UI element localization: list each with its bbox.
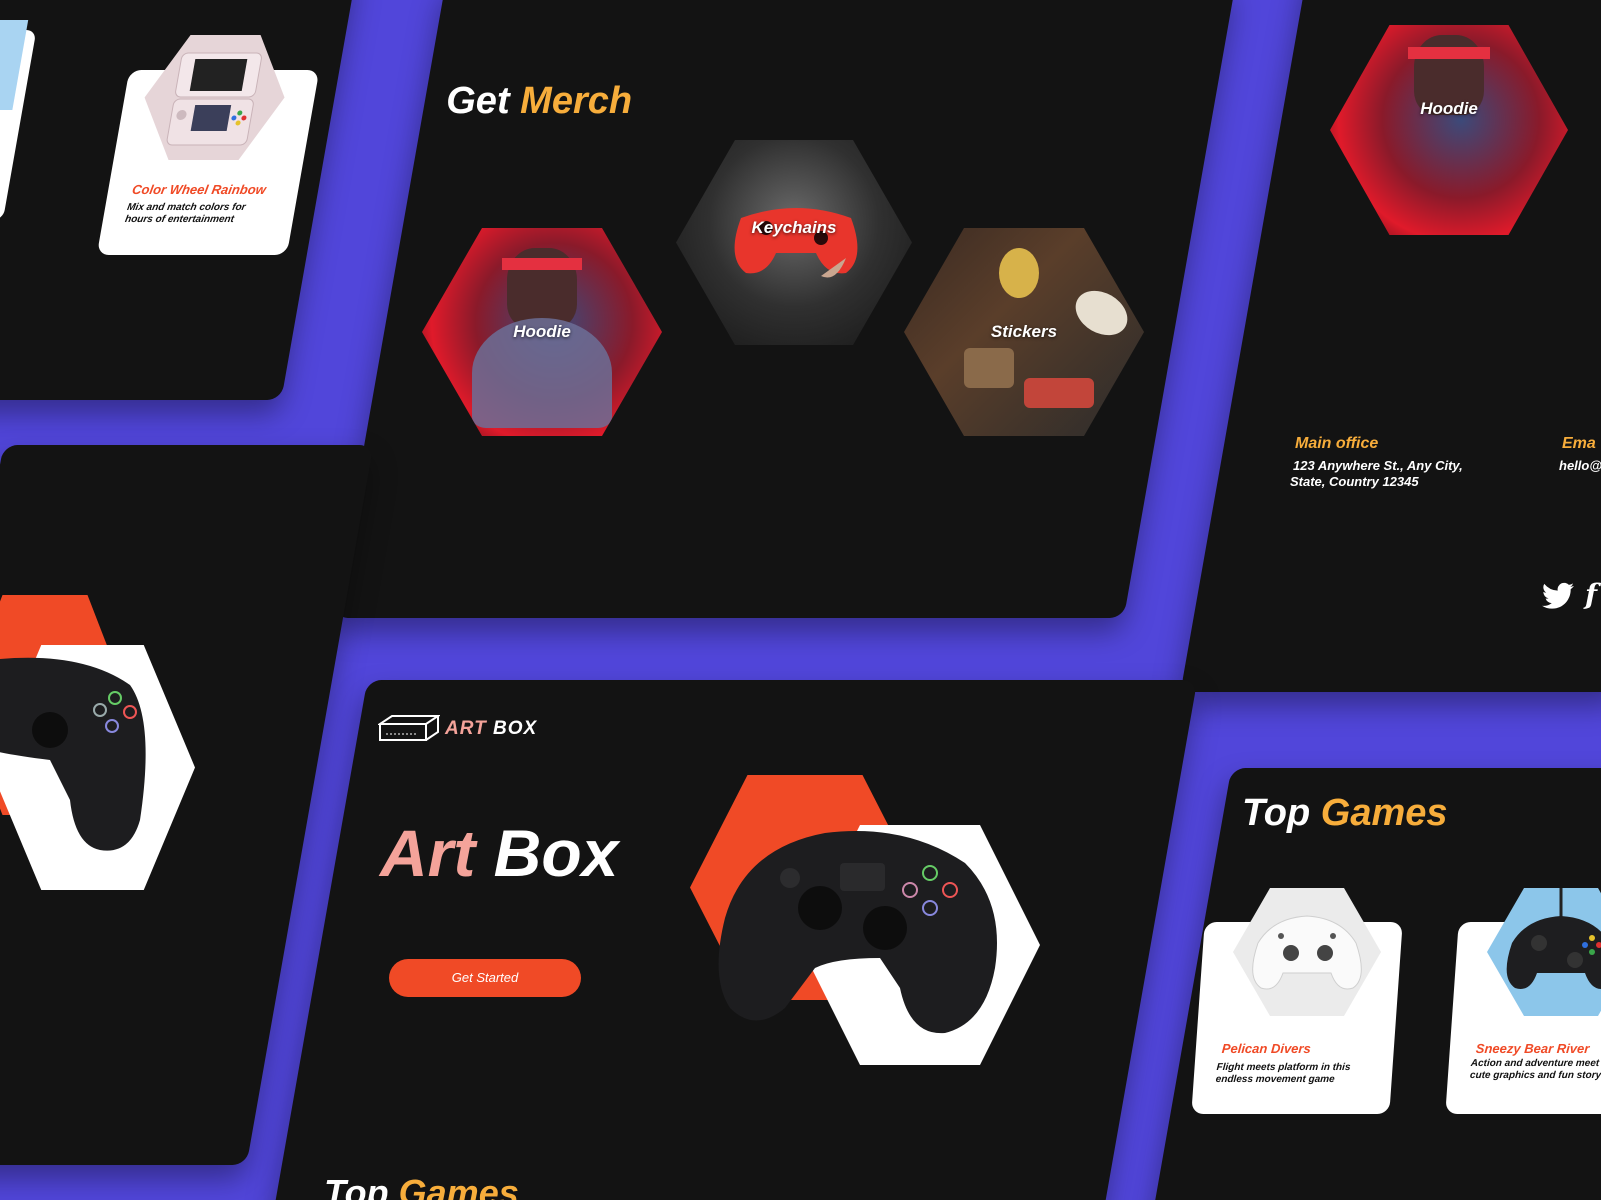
- get-started-button[interactable]: Get Started: [389, 959, 581, 997]
- top-games-word1: Top: [1242, 792, 1311, 834]
- twitter-icon[interactable]: [1542, 582, 1574, 610]
- box-logo-icon: [378, 715, 440, 741]
- contact-hoodie-label: Hoodie: [1420, 99, 1478, 118]
- ps4-controller-hero-icon: [718, 831, 997, 1034]
- logo-word1: ART: [445, 718, 487, 739]
- email-value[interactable]: hello@: [1559, 458, 1601, 473]
- bottom-heading-word2: Games: [398, 1172, 519, 1200]
- game-1-title: Pelican Divers: [1221, 1041, 1312, 1056]
- panel-console: Color Wheel Rainbow Mix and match colors…: [0, 0, 359, 400]
- bottom-heading: Top Games: [324, 1172, 519, 1200]
- office-address-line1: 123 Anywhere St., Any City,: [1293, 458, 1463, 473]
- email-title: Ema: [1562, 435, 1596, 452]
- logo-text[interactable]: ART BOX: [445, 718, 537, 740]
- merch-title-word2: Merch: [520, 80, 633, 122]
- console-card-description: Mix and match colors for hours of entert…: [124, 202, 247, 225]
- sticker-4: [1024, 378, 1094, 408]
- hoodie-visor: [502, 258, 582, 270]
- bottom-heading-word1: Top: [324, 1172, 389, 1200]
- sticker-3: [964, 348, 1014, 388]
- logo-word2: BOX: [493, 718, 538, 739]
- game-1-description: Flight meets platform in this endless mo…: [1215, 1062, 1351, 1085]
- mockup-stage: Color Wheel Rainbow Mix and match colors…: [0, 0, 1601, 1200]
- top-games-word2: Games: [1320, 792, 1448, 834]
- game-2-description: Action and adventure meet cute graphics …: [1469, 1058, 1601, 1081]
- merch-title-word1: Get: [446, 80, 510, 122]
- office-title: Main office: [1295, 435, 1379, 452]
- facebook-icon[interactable]: f: [1585, 578, 1597, 611]
- hero-title: Art Box: [380, 815, 618, 891]
- ps4-controller-left-icon: [0, 657, 146, 851]
- office-address-line2: State, Country 12345: [1290, 474, 1419, 489]
- contact-hoodie-visor: [1408, 47, 1490, 59]
- merch-title: Get Merch: [446, 80, 632, 123]
- top-games-title: Top Games: [1242, 792, 1448, 835]
- game-2-title: Sneezy Bear River: [1475, 1041, 1590, 1056]
- hero-title-word2: Box: [493, 816, 619, 890]
- merch-item-stickers-label: Stickers: [990, 322, 1058, 341]
- merch-item-keychains-label: Keychains: [751, 218, 837, 238]
- console-card-title: Color Wheel Rainbow: [131, 182, 268, 197]
- merch-item-hoodie-label: Hoodie: [513, 322, 571, 341]
- sticker-1: [999, 248, 1039, 298]
- hero-title-word1: Art: [380, 816, 476, 890]
